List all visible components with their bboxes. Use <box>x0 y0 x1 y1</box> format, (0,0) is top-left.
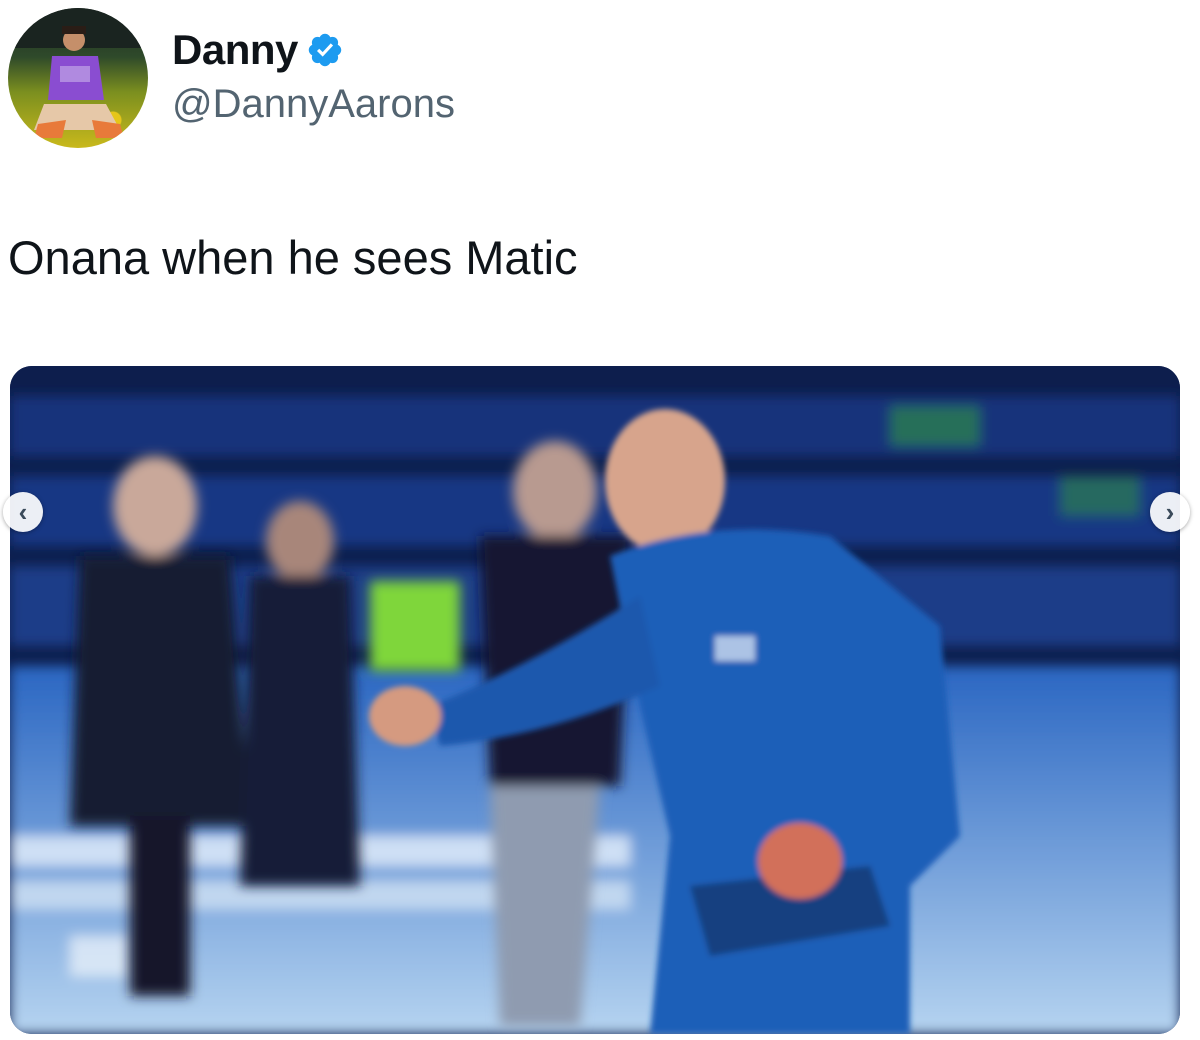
media-scene-illustration <box>10 366 1180 1034</box>
avatar-figure-illustration <box>8 8 148 138</box>
media-previous-button[interactable]: ‹ <box>3 492 43 532</box>
chevron-left-icon: ‹ <box>18 496 28 527</box>
user-avatar[interactable] <box>8 8 148 148</box>
chevron-right-icon: › <box>1165 496 1175 527</box>
media-next-button[interactable]: › <box>1150 492 1190 532</box>
tweet-media[interactable] <box>10 366 1180 1034</box>
verified-badge-icon <box>306 31 344 69</box>
author-display-name[interactable]: Danny <box>172 26 298 74</box>
author-handle[interactable]: @DannyAarons <box>172 82 455 127</box>
author-name-row: Danny <box>172 24 344 76</box>
tweet-text: Onana when he sees Matic <box>8 231 578 284</box>
